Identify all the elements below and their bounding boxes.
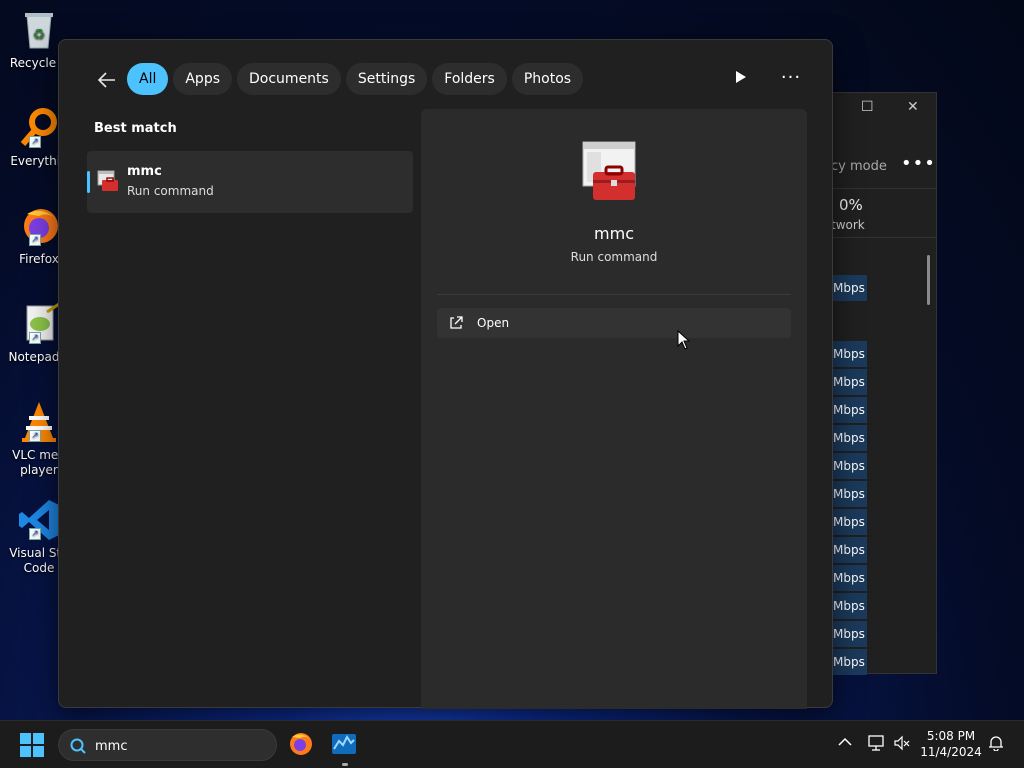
- taskbar-firefox[interactable]: [288, 731, 316, 759]
- windows-logo-icon: [20, 733, 44, 757]
- window-titlebar: ☐ ✕: [821, 93, 936, 123]
- efficiency-mode-label[interactable]: cy mode: [831, 159, 887, 174]
- shortcut-arrow-icon: ↗: [29, 430, 41, 442]
- play-button[interactable]: [725, 64, 757, 96]
- tab-photos[interactable]: Photos: [511, 63, 584, 95]
- network-usage-cell: Mbps: [831, 425, 867, 451]
- more-options-button[interactable]: ···: [775, 64, 807, 96]
- result-subtitle: Run command: [127, 184, 214, 198]
- everything-search-icon: ↗: [17, 106, 61, 150]
- network-usage-cell: Mbps: [831, 565, 867, 591]
- vscode-icon: ↗: [17, 498, 61, 542]
- network-icon: [868, 735, 884, 751]
- preview-subtitle: Run command: [570, 250, 658, 264]
- arrow-left-icon: [97, 72, 115, 88]
- open-button-label: Open: [477, 316, 510, 330]
- recycle-bin-icon: ♻: [17, 8, 61, 52]
- search-input[interactable]: [95, 736, 265, 756]
- mmc-toolbox-icon: [97, 170, 119, 194]
- chevron-up-icon: [838, 737, 852, 746]
- search-filter-tabs: All Apps Documents Settings Folders Phot…: [127, 63, 584, 95]
- network-usage-cell: Mbps: [831, 537, 867, 563]
- network-usage-cell: Mbps: [831, 593, 867, 619]
- network-column-label[interactable]: twork: [831, 218, 865, 232]
- network-usage-cell: Mbps: [831, 509, 867, 535]
- selection-indicator: [87, 171, 90, 193]
- firefox-icon: [290, 733, 312, 755]
- search-icon: [70, 738, 86, 754]
- tab-apps[interactable]: Apps: [173, 63, 233, 95]
- preview-title: mmc: [594, 224, 634, 243]
- notepad-plus-plus-icon: ↗: [17, 302, 61, 346]
- start-button[interactable]: [20, 733, 44, 757]
- divider: [437, 294, 791, 295]
- close-icon[interactable]: ✕: [907, 99, 919, 115]
- shortcut-arrow-icon: ↗: [29, 528, 41, 540]
- task-manager-window[interactable]: ☐ ✕ cy mode ••• 0% twork Mbps Mbps Mbps Mbp…: [820, 92, 937, 675]
- volume-tray-button[interactable]: [893, 735, 911, 755]
- result-preview-pane: mmc Run command Open: [421, 109, 807, 709]
- tab-folders[interactable]: Folders: [432, 63, 507, 95]
- network-usage-cell: Mbps: [831, 453, 867, 479]
- clock-date: 11/4/2024: [920, 745, 982, 759]
- shortcut-arrow-icon: ↗: [29, 234, 41, 246]
- network-tray-button[interactable]: [868, 735, 886, 755]
- network-usage-cell: Mbps: [831, 275, 867, 301]
- clock-time: 5:08 PM: [926, 729, 976, 743]
- back-button[interactable]: [91, 64, 123, 96]
- running-indicator: [342, 763, 348, 766]
- network-usage-cell: Mbps: [831, 481, 867, 507]
- more-options-icon[interactable]: •••: [901, 153, 936, 174]
- search-panel: All Apps Documents Settings Folders Phot…: [58, 39, 833, 709]
- system-clock[interactable]: 5:08 PM 11/4/2024: [920, 728, 982, 760]
- tab-documents[interactable]: Documents: [237, 63, 341, 95]
- network-usage-cell: Mbps: [831, 649, 867, 675]
- firefox-icon: ↗: [17, 204, 61, 248]
- notifications-button[interactable]: [988, 735, 1004, 755]
- show-hidden-icons-button[interactable]: [838, 735, 852, 751]
- taskbar-task-manager[interactable]: [331, 731, 359, 766]
- mouse-cursor-icon: [677, 330, 691, 350]
- volume-muted-icon: [894, 735, 910, 751]
- play-icon: [736, 71, 746, 83]
- shortcut-arrow-icon: ↗: [29, 332, 41, 344]
- mmc-toolbox-icon: [581, 140, 639, 204]
- tab-settings[interactable]: Settings: [345, 63, 428, 95]
- taskbar: 5:08 PM 11/4/2024: [0, 720, 1024, 768]
- vlc-cone-icon: ↗: [17, 400, 61, 444]
- scrollbar[interactable]: [927, 255, 930, 305]
- task-manager-icon: [332, 734, 356, 754]
- svg-text:♻: ♻: [33, 27, 46, 43]
- shortcut-arrow-icon: ↗: [29, 136, 41, 148]
- best-match-heading: Best match: [94, 121, 177, 136]
- taskbar-search-box[interactable]: [58, 729, 277, 761]
- bell-icon: [989, 736, 1003, 752]
- network-usage-cell: Mbps: [831, 341, 867, 367]
- network-usage-cell: Mbps: [831, 369, 867, 395]
- network-percent: 0%: [839, 196, 863, 214]
- network-usage-cell: Mbps: [831, 621, 867, 647]
- result-name: mmc: [127, 164, 162, 179]
- network-usage-cell: Mbps: [831, 397, 867, 423]
- open-external-icon: [450, 316, 463, 329]
- tab-all[interactable]: All: [127, 63, 169, 95]
- open-button[interactable]: Open: [437, 308, 791, 338]
- best-match-result[interactable]: mmc Run command: [87, 151, 413, 213]
- maximize-icon[interactable]: ☐: [861, 99, 874, 115]
